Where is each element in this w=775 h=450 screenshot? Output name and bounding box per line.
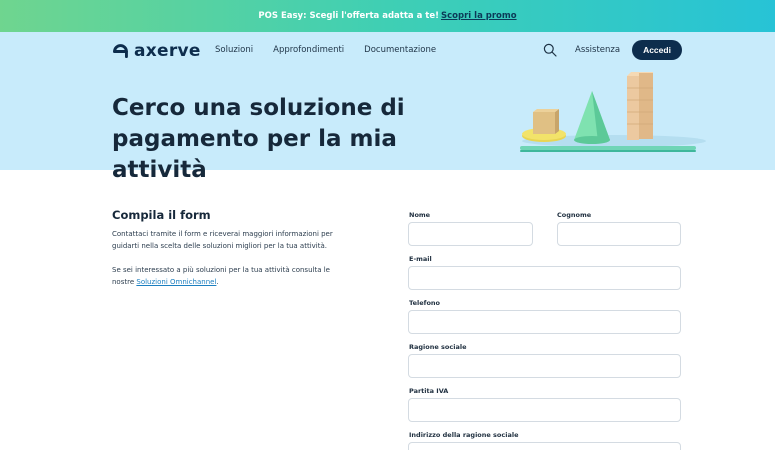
- hero-illustration: [520, 72, 706, 152]
- hero-title: Cerco una soluzione di pagamento per la …: [112, 95, 405, 183]
- assistenza-link[interactable]: Assistenza: [575, 45, 620, 55]
- omnichannel-link[interactable]: Soluzioni Omnichannel: [136, 278, 216, 286]
- intro-paragraph: Contattaci tramite il form e riceverai m…: [112, 230, 333, 250]
- accedi-button[interactable]: Accedi: [632, 40, 682, 60]
- promo-banner: POS Easy: Scegli l'offerta adatta a te! …: [0, 0, 775, 32]
- ragione-sociale-label: Ragione sociale: [409, 343, 467, 351]
- search-icon[interactable]: [543, 43, 557, 57]
- nav-soluzioni[interactable]: Soluzioni: [215, 45, 253, 55]
- omnichannel-paragraph: Se sei interessato a più soluzioni per l…: [112, 264, 352, 288]
- omnichannel-suffix: .: [216, 278, 219, 286]
- cognome-label: Cognome: [557, 211, 592, 219]
- nav-approfondimenti[interactable]: Approfondimenti: [273, 45, 344, 55]
- telefono-label: Telefono: [409, 299, 441, 307]
- ragione-sociale-input[interactable]: [408, 354, 681, 378]
- promo-text: POS Easy: Scegli l'offerta adatta a te!: [258, 11, 439, 21]
- email-input[interactable]: [408, 266, 681, 290]
- main-nav: Soluzioni Approfondimenti Documentazione: [215, 45, 436, 55]
- email-label: E-mail: [409, 255, 432, 263]
- form-title: Compila il form: [112, 208, 211, 222]
- nome-label: Nome: [409, 211, 431, 219]
- indirizzo-label: Indirizzo della ragione sociale: [409, 431, 519, 439]
- logo[interactable]: axerve: [112, 41, 201, 61]
- nome-input[interactable]: [408, 222, 533, 246]
- axerve-logo-icon: [113, 43, 128, 58]
- logo-text: axerve: [134, 41, 201, 61]
- partita-iva-label: Partita IVA: [409, 387, 449, 395]
- indirizzo-input[interactable]: [408, 442, 681, 450]
- telefono-input[interactable]: [408, 310, 681, 334]
- form-intro: Compila il form Contattaci tramite il fo…: [112, 208, 352, 300]
- nav-documentazione[interactable]: Documentazione: [364, 45, 436, 55]
- promo-link[interactable]: Scopri la promo: [441, 11, 517, 21]
- partita-iva-input[interactable]: [408, 398, 681, 422]
- cognome-input[interactable]: [557, 222, 681, 246]
